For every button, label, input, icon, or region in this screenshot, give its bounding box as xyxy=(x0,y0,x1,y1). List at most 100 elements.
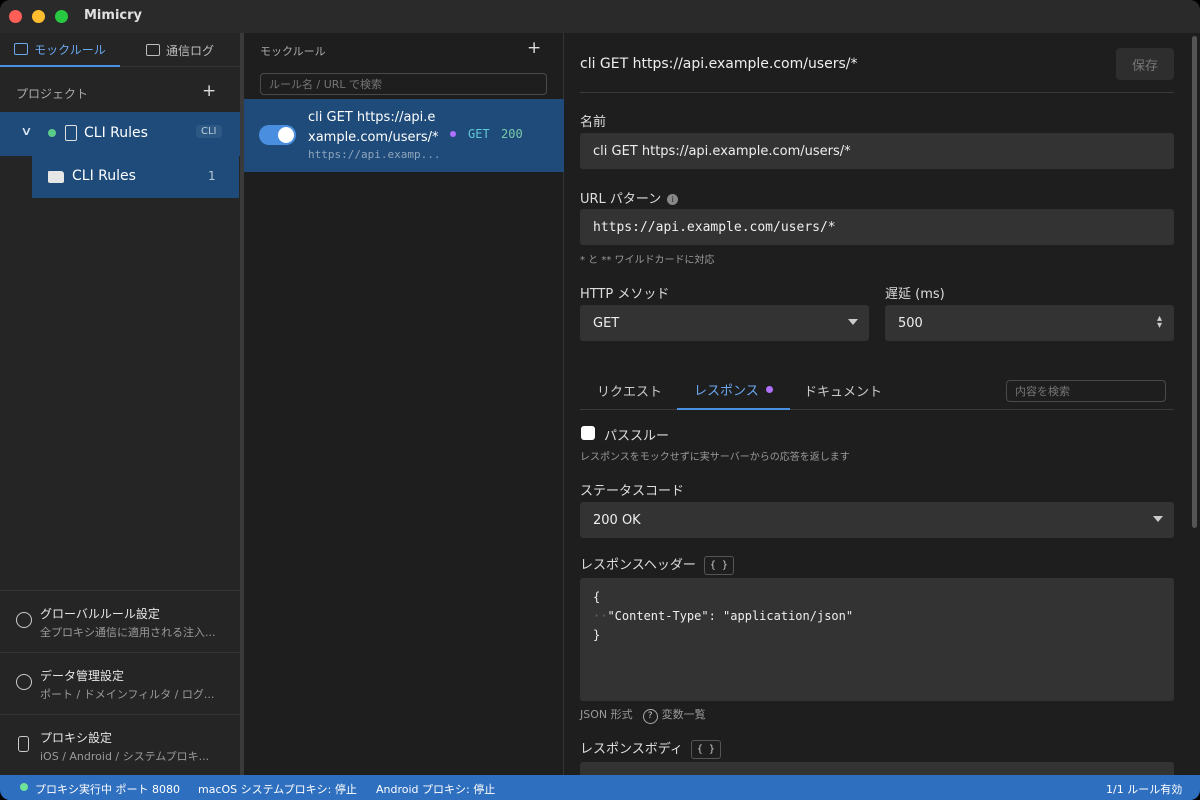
editor-title: cli GET https://api.example.com/users/* xyxy=(580,56,858,72)
setting-subtitle: ポート / ドメインフィルタ / ログ... xyxy=(40,688,215,701)
modified-indicator-dot xyxy=(450,131,456,137)
response-body-label: レスポンスボディ { } xyxy=(580,738,721,759)
status-code-label: ステータスコード xyxy=(580,484,685,499)
modified-indicator-dot xyxy=(765,386,773,393)
response-body-label-text: レスポンスボディ xyxy=(580,742,683,757)
chevron-down-icon[interactable]: ∨ xyxy=(20,124,32,138)
variables-link[interactable]: 変数一覧 xyxy=(662,708,706,721)
add-rule-button[interactable]: + xyxy=(527,38,541,58)
rule-search-input[interactable] xyxy=(260,73,547,95)
http-method-select[interactable]: GET xyxy=(580,305,869,341)
tab-documentation[interactable]: ドキュメント xyxy=(787,371,899,410)
app-window: Mimicry モックルール 通信ログ プロジェクト + ∨ CLI Rules… xyxy=(0,0,1200,800)
gear-icon xyxy=(16,674,32,690)
setting-title: データ管理設定 xyxy=(40,669,125,683)
sidebar-tabs: モックルール 通信ログ xyxy=(0,33,240,67)
rule-title: cli GET https://api.example.com/users/* xyxy=(308,110,439,145)
rule-enable-toggle[interactable] xyxy=(259,125,296,145)
json-format-hint: JSON 形式? 変数一覧 xyxy=(580,706,706,724)
tab-request-label: リクエスト xyxy=(597,385,663,400)
url-pattern-label-text: URL パターン xyxy=(580,192,662,207)
json-format-label: JSON 形式 xyxy=(580,708,633,721)
project-status-dot xyxy=(48,129,56,137)
response-headers-label: レスポンスヘッダー { } xyxy=(580,554,734,575)
delay-stepper[interactable]: 500 ▴ ▾ xyxy=(885,305,1174,341)
delay-value: 500 xyxy=(898,315,923,331)
scrollbar[interactable] xyxy=(1192,36,1197,528)
tab-documentation-label: ドキュメント xyxy=(804,385,883,400)
name-value: cli GET https://api.example.com/users/* xyxy=(593,143,851,159)
project-name: CLI Rules xyxy=(84,125,148,141)
proxy-settings[interactable]: プロキシ設定 iOS / Android / システムプロキ... xyxy=(0,714,240,776)
tab-mock-rules-label: モックルール xyxy=(34,42,106,57)
name-label: 名前 xyxy=(580,115,607,130)
indent-guide: ·· xyxy=(593,609,608,623)
project-badge: CLI xyxy=(196,125,222,138)
save-button[interactable]: 保存 xyxy=(1116,48,1174,80)
url-pattern-field[interactable]: https://api.example.com/users/* xyxy=(580,209,1174,245)
name-field[interactable]: cli GET https://api.example.com/users/* xyxy=(580,133,1174,169)
folder-item-cli-rules[interactable]: CLI Rules 1 xyxy=(32,156,239,198)
calendar-icon xyxy=(14,43,29,55)
data-management-settings[interactable]: データ管理設定 ポート / ドメインフィルタ / ログ... xyxy=(0,652,240,714)
tab-request[interactable]: リクエスト xyxy=(580,371,679,410)
rule-status: 200 xyxy=(501,127,523,141)
tab-response[interactable]: レスポンス xyxy=(677,371,790,410)
tab-traffic-log-label: 通信ログ xyxy=(165,43,214,58)
macos-proxy-status[interactable]: macOS システムプロキシ: 停止 xyxy=(198,781,357,797)
minimize-window-button[interactable] xyxy=(32,10,45,23)
response-body-editor[interactable] xyxy=(580,762,1174,775)
app-title: Mimicry xyxy=(84,8,142,23)
code-line: { xyxy=(593,590,601,604)
zoom-window-button[interactable] xyxy=(55,10,68,23)
folder-count: 1 xyxy=(208,169,216,183)
rule-url: https://api.examp... xyxy=(308,148,441,161)
divider xyxy=(580,92,1174,93)
code-line: } xyxy=(593,628,601,642)
close-window-button[interactable] xyxy=(9,10,22,23)
add-project-button[interactable]: + xyxy=(202,81,216,101)
stepper-arrows-icon[interactable]: ▴ ▾ xyxy=(1157,314,1162,331)
status-code-select[interactable]: 200 OK xyxy=(580,502,1174,538)
tab-mock-rules[interactable]: モックルール xyxy=(0,33,120,67)
rule-method: GET xyxy=(468,127,490,141)
format-json-button[interactable]: { } xyxy=(703,556,734,575)
info-icon[interactable]: i xyxy=(667,194,679,205)
passthrough-hint: レスポンスをモックせずに実サーバーからの応答を返します xyxy=(580,452,850,463)
sidebar: モックルール 通信ログ プロジェクト + ∨ CLI Rules CLI CLI… xyxy=(0,33,240,775)
rule-list-item[interactable]: cli GET https://api.example.com/users/* … xyxy=(244,99,564,172)
response-headers-label-text: レスポンスヘッダー xyxy=(580,558,696,573)
code-line: ··"Content-Type": "application/json" xyxy=(593,607,1161,626)
delay-label: 遅延 (ms) xyxy=(885,287,945,302)
help-icon[interactable]: ? xyxy=(642,709,658,724)
folder-name: CLI Rules xyxy=(72,168,136,184)
response-headers-editor[interactable]: { ··"Content-Type": "application/json" } xyxy=(580,578,1174,701)
status-code-value: 200 OK xyxy=(593,512,641,528)
chevron-down-icon xyxy=(1153,516,1163,522)
tab-traffic-log[interactable]: 通信ログ xyxy=(120,33,240,67)
passthrough-checkbox[interactable] xyxy=(581,426,595,440)
content-search-input[interactable] xyxy=(1006,380,1166,402)
url-pattern-value: https://api.example.com/users/* xyxy=(593,219,836,235)
proxy-status: プロキシ実行中 ポート 8080 xyxy=(35,783,180,796)
global-rule-settings[interactable]: グローバルルール設定 全プロキシ通信に適用される注入... xyxy=(0,590,240,652)
http-method-label: HTTP メソッド xyxy=(580,287,670,302)
document-icon xyxy=(65,125,77,141)
format-json-button[interactable]: { } xyxy=(690,740,721,759)
globe-icon xyxy=(16,612,32,628)
project-item-cli-rules[interactable]: ∨ CLI Rules CLI xyxy=(0,112,240,156)
chevron-down-icon xyxy=(848,319,858,325)
passthrough-label: パススルー xyxy=(604,429,670,444)
active-rules-count: 1/1 ルール有効 xyxy=(1106,783,1183,796)
android-proxy-status[interactable]: Android プロキシ: 停止 xyxy=(376,781,495,797)
url-pattern-hint: * と ** ワイルドカードに対応 xyxy=(580,255,715,266)
phone-icon xyxy=(18,736,29,752)
rule-editor-panel: cli GET https://api.example.com/users/* … xyxy=(565,33,1189,775)
rules-list-panel: モックルール + cli GET https://api.example.com… xyxy=(244,33,564,775)
proxy-running-dot xyxy=(20,783,28,791)
code-line-text: "Content-Type": "application/json" xyxy=(607,609,854,623)
setting-title: グローバルルール設定 xyxy=(40,607,160,621)
url-pattern-label: URL パターン i xyxy=(580,188,679,207)
tab-response-label: レスポンス xyxy=(694,384,759,399)
status-bar: プロキシ実行中 ポート 8080 macOS システムプロキシ: 停止 Andr… xyxy=(0,775,1200,800)
